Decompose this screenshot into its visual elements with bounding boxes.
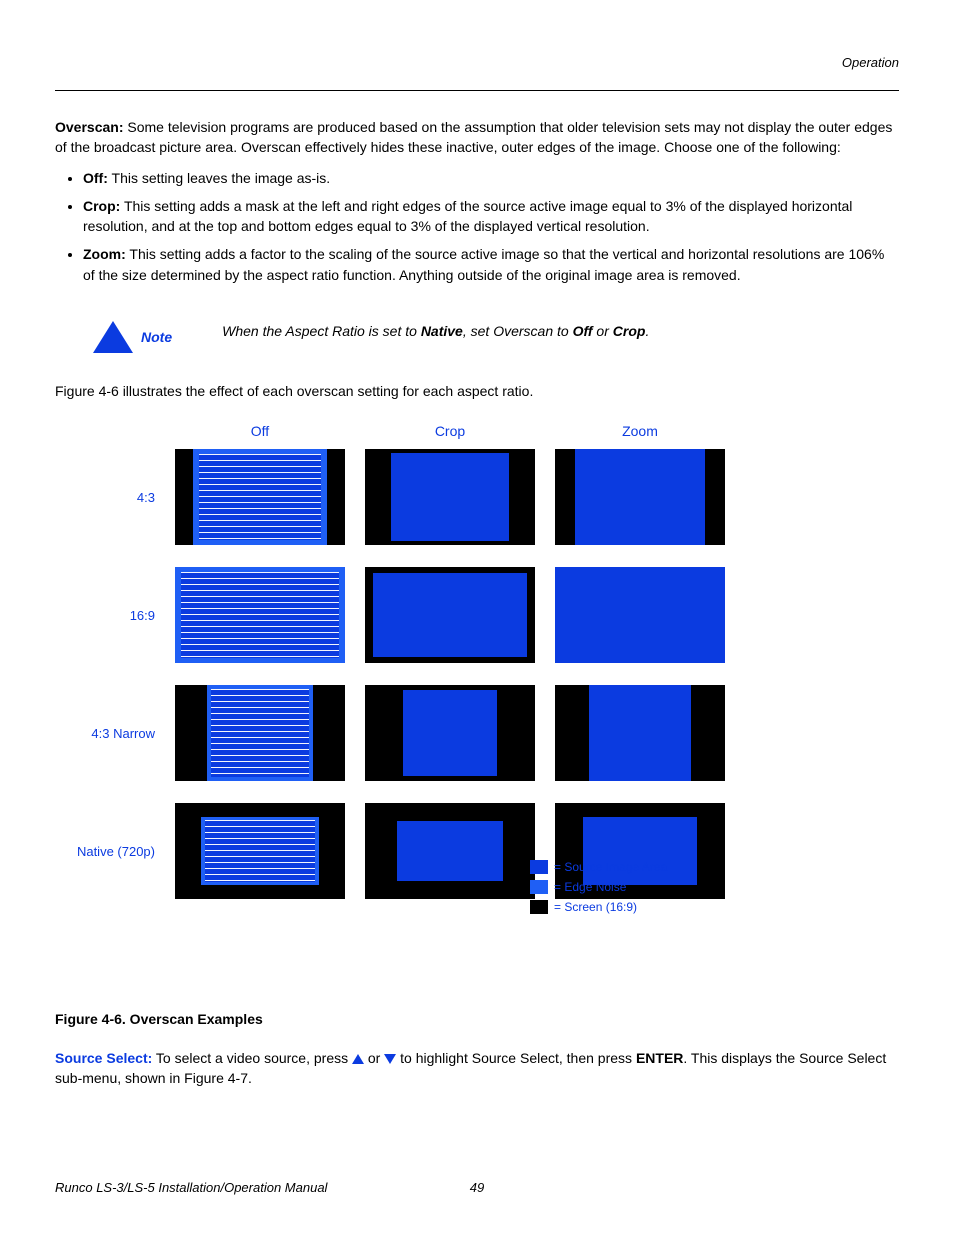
section-header: Operation	[55, 55, 899, 70]
screen-43-zoom	[555, 449, 725, 545]
legend-image-text: = Source Image Area	[554, 860, 667, 874]
arrow-down-icon	[384, 1054, 396, 1064]
col-off: Off	[175, 423, 345, 439]
source-select-paragraph: Source Select: To select a video source,…	[55, 1048, 899, 1089]
legend-item-screen: = Screen (16:9)	[530, 900, 667, 914]
overscan-list: Off: This setting leaves the image as-is…	[55, 168, 899, 285]
col-zoom: Zoom	[555, 423, 725, 439]
screen-43-crop	[365, 449, 535, 545]
zoom-text: This setting adds a factor to the scalin…	[83, 246, 884, 282]
overscan-diagram: Off Crop Zoom 4:3 16:9	[55, 423, 899, 899]
note-block: Note When the Aspect Ratio is set to Nat…	[93, 321, 899, 353]
row-label-16-9: 16:9	[75, 608, 155, 623]
list-item-crop: Crop: This setting adds a mask at the le…	[83, 196, 899, 237]
screen-43n-zoom	[555, 685, 725, 781]
row-label-4-3: 4:3	[75, 490, 155, 505]
legend-item-image: = Source Image Area	[530, 860, 667, 874]
diagram-row-4-3-narrow: 4:3 Narrow	[75, 685, 899, 781]
header-rule	[55, 90, 899, 91]
ss-enter: ENTER	[636, 1050, 683, 1066]
overscan-paragraph: Overscan: Some television programs are p…	[55, 117, 899, 158]
screen-nat-crop	[365, 803, 535, 899]
overscan-desc: Some television programs are produced ba…	[55, 119, 892, 155]
note-crop: Crop	[613, 323, 646, 339]
screen-169-zoom	[555, 567, 725, 663]
list-item-off: Off: This setting leaves the image as-is…	[83, 168, 899, 188]
list-item-zoom: Zoom: This setting adds a factor to the …	[83, 244, 899, 285]
note-triangle-icon	[93, 321, 133, 353]
row-label-native: Native (720p)	[75, 844, 155, 859]
note-native: Native	[421, 323, 463, 339]
off-text: This setting leaves the image as-is.	[108, 170, 330, 186]
diagram-row-16-9: 16:9	[75, 567, 899, 663]
legend-screen-text: = Screen (16:9)	[554, 900, 637, 914]
note-text: When the Aspect Ratio is set to Native, …	[222, 323, 649, 339]
overscan-label: Overscan:	[55, 119, 123, 135]
ss-t1: To select a video source, press	[152, 1050, 352, 1066]
screen-43n-crop	[365, 685, 535, 781]
note-off: Off	[573, 323, 593, 339]
swatch-noise-icon	[530, 880, 548, 894]
note-pre: When the Aspect Ratio is set to	[222, 323, 421, 339]
footer-doc-title: Runco LS-3/LS-5 Installation/Operation M…	[55, 1180, 327, 1195]
diagram-row-4-3: 4:3	[75, 449, 899, 545]
source-select-label: Source Select:	[55, 1050, 152, 1066]
note-mid: , set Overscan to	[463, 323, 573, 339]
page-number: 49	[470, 1180, 484, 1195]
legend-item-noise: = Edge Noise	[530, 880, 667, 894]
screen-169-crop	[365, 567, 535, 663]
note-end: .	[645, 323, 649, 339]
off-label: Off:	[83, 170, 108, 186]
figure-caption: Figure 4-6. Overscan Examples	[55, 1009, 899, 1029]
crop-text: This setting adds a mask at the left and…	[83, 198, 852, 234]
screen-43-off	[175, 449, 345, 545]
swatch-screen-icon	[530, 900, 548, 914]
diagram-legend: = Source Image Area = Edge Noise = Scree…	[530, 860, 667, 920]
page-footer: Runco LS-3/LS-5 Installation/Operation M…	[55, 1180, 899, 1195]
figure-intro: Figure 4-6 illustrates the effect of eac…	[55, 381, 899, 401]
diagram-col-headers: Off Crop Zoom	[75, 423, 899, 439]
ss-t3: to highlight Source Select, then press	[396, 1050, 636, 1066]
ss-t2: or	[364, 1050, 384, 1066]
zoom-label: Zoom:	[83, 246, 126, 262]
screen-43n-off	[175, 685, 345, 781]
arrow-up-icon	[352, 1054, 364, 1064]
swatch-image-icon	[530, 860, 548, 874]
col-crop: Crop	[365, 423, 535, 439]
screen-169-off	[175, 567, 345, 663]
crop-label: Crop:	[83, 198, 120, 214]
diagram-row-native: Native (720p)	[75, 803, 899, 899]
note-word: Note	[141, 329, 172, 345]
note-or: or	[593, 323, 613, 339]
row-label-4-3-narrow: 4:3 Narrow	[75, 726, 155, 741]
screen-nat-off	[175, 803, 345, 899]
legend-noise-text: = Edge Noise	[554, 880, 626, 894]
